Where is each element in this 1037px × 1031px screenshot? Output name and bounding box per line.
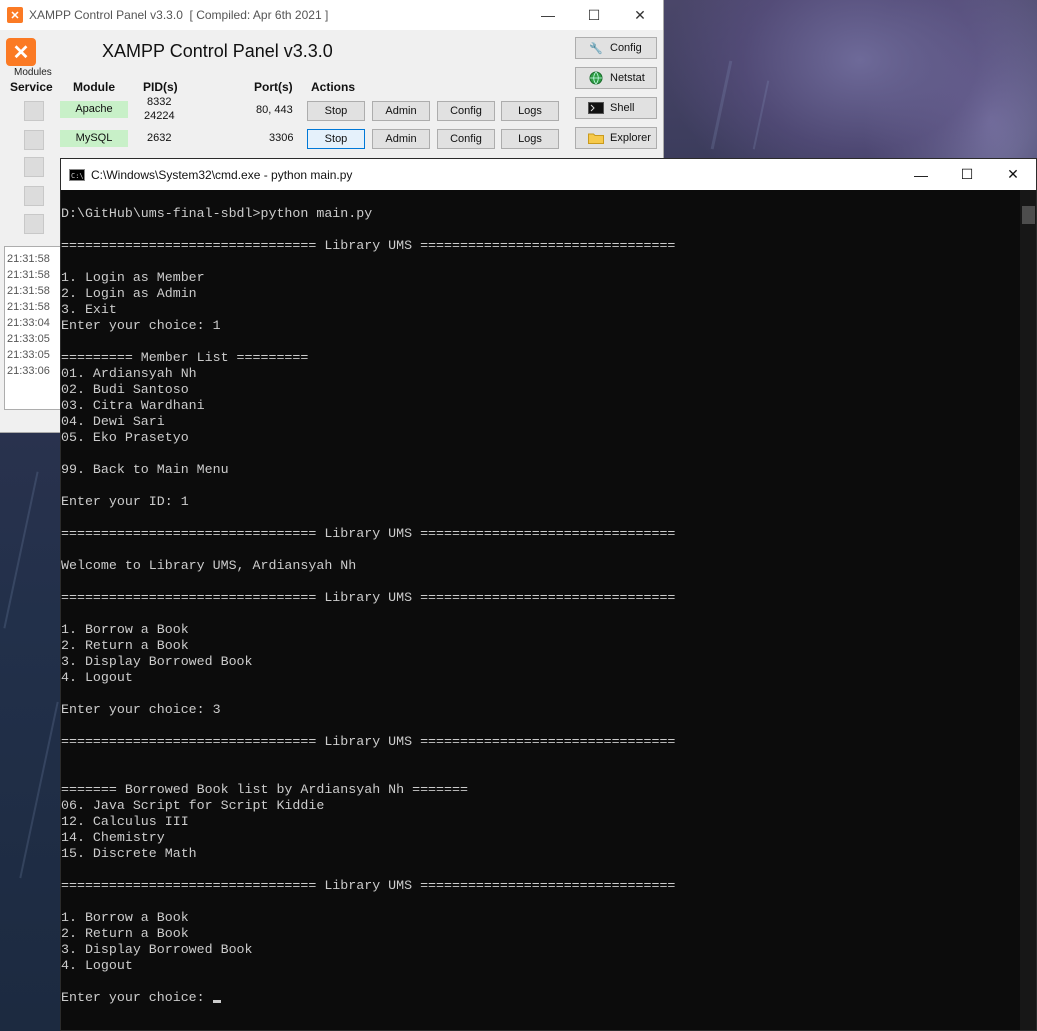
xampp-titlebar: ✕ XAMPP Control Panel v3.3.0 [ Compiled:… [0,0,663,30]
service-checkbox[interactable] [24,214,44,234]
globe-icon [588,71,604,85]
close-button[interactable]: ✕ [617,0,663,30]
pids-column-header: PID(s) [143,80,178,94]
close-button[interactable]: ✕ [990,159,1036,190]
xampp-app-icon: ✕ [7,7,23,23]
mysql-admin-button[interactable]: Admin [372,129,430,149]
module-name-mysql: MySQL [60,130,128,147]
mysql-config-button[interactable]: Config [437,129,495,149]
panel-title: XAMPP Control Panel v3.3.0 [102,41,333,61]
minimize-button[interactable]: — [898,159,944,190]
apache-admin-button[interactable]: Admin [372,101,430,121]
log-timestamp: 21:33:04 [7,317,50,329]
log-timestamp: 21:31:58 [7,301,50,313]
log-output[interactable]: 21:31:58 21:31:58 21:31:58 21:31:58 21:3… [4,246,64,410]
scrollbar[interactable] [1020,190,1036,1030]
pid-value: 8332 [147,96,172,108]
config-button-label: Config [610,42,642,54]
modules-label: Modules [14,67,52,78]
shell-button[interactable]: Shell [575,97,657,119]
console-icon: C:\ [69,168,85,181]
port-value: 80, 443 [256,104,293,116]
log-timestamp: 21:33:06 [7,365,50,377]
ports-column-header: Port(s) [254,80,293,94]
console-text: D:\GitHub\ums-final-sbdl>python main.py … [61,206,676,1005]
log-timestamp: 21:33:05 [7,349,50,361]
mysql-logs-button[interactable]: Logs [501,129,559,149]
apache-config-button[interactable]: Config [437,101,495,121]
folder-icon [588,131,604,145]
minimize-button[interactable]: — [525,0,571,30]
apache-stop-button[interactable]: Stop [307,101,365,121]
port-value: 3306 [269,132,294,144]
wrench-icon: 🔧 [589,42,603,55]
text-cursor [212,1000,221,1003]
log-timestamp: 21:33:05 [7,333,50,345]
xampp-title-text: XAMPP Control Panel v3.3.0 [29,8,183,22]
apache-logs-button[interactable]: Logs [501,101,559,121]
shell-button-label: Shell [610,102,635,114]
module-column-header: Module [73,80,115,94]
netstat-button-label: Netstat [610,72,645,84]
actions-column-header: Actions [311,80,356,94]
explorer-button-label: Explorer [610,132,651,144]
log-timestamp: 21:31:58 [7,269,50,281]
maximize-button[interactable]: ☐ [944,159,990,190]
pid-value: 24224 [144,110,175,122]
netstat-button[interactable]: Netstat [575,67,657,89]
console-output[interactable]: D:\GitHub\ums-final-sbdl>python main.py … [61,206,1020,1006]
xampp-logo-icon: ✕ [6,38,36,66]
service-checkbox[interactable] [24,130,44,150]
cmd-titlebar: C:\ C:\Windows\System32\cmd.exe - python… [61,159,1036,190]
pid-value: 2632 [147,132,172,144]
service-checkbox[interactable] [24,186,44,206]
maximize-button[interactable]: ☐ [571,0,617,30]
log-timestamp: 21:31:58 [7,253,50,265]
service-checkbox[interactable] [24,157,44,177]
log-timestamp: 21:31:58 [7,285,50,297]
module-name-apache: Apache [60,101,128,118]
explorer-button[interactable]: Explorer [575,127,657,149]
service-column-header: Service [10,80,53,94]
service-checkbox[interactable] [24,101,44,121]
xampp-window-title: XAMPP Control Panel v3.3.0 [ Compiled: A… [29,8,525,22]
mysql-stop-button[interactable]: Stop [307,129,365,149]
cmd-window: C:\ C:\Windows\System32\cmd.exe - python… [60,158,1037,1031]
xampp-compiled-text: [ Compiled: Apr 6th 2021 ] [189,8,329,22]
terminal-icon [588,101,604,115]
scrollbar-thumb[interactable] [1022,206,1035,224]
config-button[interactable]: 🔧 Config [575,37,657,59]
cmd-window-title: C:\Windows\System32\cmd.exe - python mai… [91,167,353,182]
